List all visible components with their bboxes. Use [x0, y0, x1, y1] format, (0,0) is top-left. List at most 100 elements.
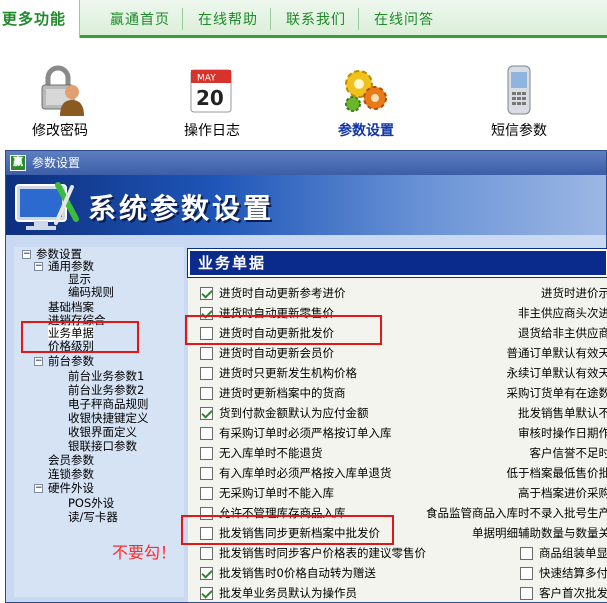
change-password-button[interactable]: 修改密码 — [5, 62, 115, 140]
tree-item[interactable]: 读/写卡器 — [68, 510, 118, 524]
top-nav: 更多功能 赢通首页 在线帮助 联系我们 在线问答 — [0, 0, 607, 38]
right-option-row[interactable]: 快速结算多付 — [520, 565, 607, 581]
right-option-label: 采购订货单有在途数 — [506, 386, 607, 400]
change-password-label: 修改密码 — [32, 123, 88, 139]
option-checkbox[interactable] — [200, 566, 213, 580]
tree-item[interactable]: 电子秤商品规则 — [68, 397, 149, 411]
highlight-box-option — [185, 315, 382, 345]
computer-tools-icon — [15, 182, 79, 230]
option-checkbox[interactable] — [520, 566, 533, 580]
option-row[interactable]: 有采购订单时必须严格按订单入库 — [200, 425, 392, 441]
option-label: 商品组装单显 — [539, 546, 607, 560]
option-label: 批发单业务员默认为操作员 — [219, 586, 357, 600]
tree-item[interactable]: 收银快捷键定义 — [68, 411, 149, 425]
app-icon: 赢 — [10, 155, 26, 171]
tree-item[interactable]: 硬件外设 — [48, 481, 94, 495]
tree-item[interactable]: 基础档案 — [48, 300, 94, 314]
option-label: 货到付款金额默认为应付金额 — [219, 406, 369, 420]
tree-item[interactable]: 显示 — [68, 272, 91, 286]
option-label: 快速结算多付 — [539, 566, 607, 580]
warning-annotation: 不要勾！ — [112, 543, 177, 562]
window-title: 参数设置 — [32, 156, 81, 170]
option-label: 进货时自动更新参考进价 — [219, 286, 346, 300]
nav-divider — [182, 8, 183, 30]
calendar-month: MAY — [197, 74, 216, 84]
right-option-label: 低于档案最低售价批 — [506, 466, 607, 480]
option-label: 进货时更新档案中的货商 — [219, 386, 346, 400]
option-label: 批发销售时0价格自动转为赠送 — [219, 566, 376, 580]
option-checkbox[interactable] — [200, 346, 213, 360]
option-label: 进货时只更新发生机构价格 — [219, 366, 357, 380]
right-option-row[interactable]: 商品组装单显 — [520, 545, 607, 561]
option-checkbox[interactable] — [200, 406, 213, 420]
right-option-row[interactable]: 客户首次批发 — [520, 585, 607, 601]
option-checkbox[interactable] — [200, 286, 213, 300]
option-row[interactable]: 批发销售时0价格自动转为赠送 — [200, 565, 376, 581]
tree-item[interactable]: 会员参数 — [48, 453, 94, 467]
operation-log-button[interactable]: MAY 20 操作日志 — [157, 62, 267, 140]
highlight-box-tree — [21, 321, 139, 353]
option-checkbox[interactable] — [200, 546, 213, 560]
tree-item[interactable]: 前台参数 — [48, 354, 94, 368]
tree-item[interactable]: 编码规则 — [68, 285, 114, 299]
gears-icon — [311, 62, 421, 116]
nav-help-link[interactable]: 在线帮助 — [198, 0, 258, 38]
option-row[interactable]: 进货时更新档案中的货商 — [200, 385, 346, 401]
option-row[interactable]: 进货时自动更新会员价 — [200, 345, 334, 361]
nav-home-link[interactable]: 赢通首页 — [110, 0, 170, 38]
right-option-label: 非主供应商头次进 — [518, 306, 607, 320]
option-label: 批发销售时同步客户价格表的建议零售价 — [219, 546, 426, 560]
screen: { "topnav": { "active": "更多功能", "items":… — [0, 0, 607, 603]
option-checkbox[interactable] — [200, 486, 213, 500]
option-row[interactable]: 无采购订单时不能入库 — [200, 485, 334, 501]
option-row[interactable]: 有入库单时必须严格按入库单退货 — [200, 465, 392, 481]
tree-item[interactable]: 前台业务参数1 — [68, 369, 144, 383]
option-row[interactable]: 无入库单时不能退货 — [200, 445, 323, 461]
nav-qa-link[interactable]: 在线问答 — [374, 0, 434, 38]
option-row[interactable]: 批发销售时同步客户价格表的建议零售价 — [200, 545, 426, 561]
option-checkbox[interactable] — [200, 586, 213, 600]
option-checkbox[interactable] — [200, 426, 213, 440]
option-checkbox[interactable] — [200, 386, 213, 400]
option-checkbox[interactable] — [200, 466, 213, 480]
sms-parameters-button[interactable]: 短信参数 — [464, 62, 574, 140]
option-label: 有入库单时必须严格按入库单退货 — [219, 466, 392, 480]
tree-item[interactable]: 银联接口参数 — [68, 439, 137, 453]
tree-expander-icon[interactable]: − — [34, 357, 43, 366]
window-titlebar: 赢 参数设置 — [6, 151, 606, 175]
tree-item[interactable]: 前台业务参数2 — [68, 383, 144, 397]
option-label: 客户首次批发 — [539, 586, 607, 600]
right-option-label: 进货时进价示 — [541, 286, 607, 300]
right-option-label: 高于档案进价采购 — [518, 486, 607, 500]
business-documents-panel: 业务单据 进货时自动更新参考进价 进货时自动更新零售价 进货时自动更新批发价 进货时自… — [187, 248, 607, 602]
right-option-label: 食品监管商品入库时不录入批号生产 — [426, 506, 607, 520]
calendar-day: 20 — [196, 86, 224, 110]
operation-log-label: 操作日志 — [184, 123, 240, 139]
nav-contact-link[interactable]: 联系我们 — [286, 0, 346, 38]
option-checkbox[interactable] — [200, 446, 213, 460]
option-row[interactable]: 进货时只更新发生机构价格 — [200, 365, 357, 381]
highlight-box-option — [181, 515, 394, 545]
nav-tab-more-functions[interactable]: 更多功能 — [0, 0, 80, 38]
sms-parameters-label: 短信参数 — [491, 123, 547, 139]
right-option-label: 批发销售单默认不 — [518, 406, 607, 420]
tree-item[interactable]: 连锁参数 — [48, 467, 94, 481]
banner-title: 系统参数设置 — [88, 192, 275, 225]
parameter-settings-button[interactable]: 参数设置 — [311, 62, 421, 140]
tree-expander-icon[interactable]: − — [34, 484, 43, 493]
option-row[interactable]: 货到付款金额默认为应付金额 — [200, 405, 369, 421]
tree-expander-icon[interactable]: − — [34, 262, 43, 271]
option-row[interactable]: 进货时自动更新参考进价 — [200, 285, 346, 301]
tree-item[interactable]: 收银界面定义 — [68, 425, 137, 439]
option-checkbox[interactable] — [520, 546, 533, 560]
option-label: 有采购订单时必须严格按订单入库 — [219, 426, 392, 440]
option-row[interactable]: 批发单业务员默认为操作员 — [200, 585, 357, 601]
tree-item[interactable]: 通用参数 — [48, 259, 94, 273]
tree-item[interactable]: POS外设 — [68, 496, 114, 510]
tree-expander-icon[interactable]: − — [22, 250, 31, 259]
right-option-label: 永续订单默认有效天 — [506, 366, 607, 380]
option-checkbox[interactable] — [520, 586, 533, 600]
panel-header: 业务单据 — [187, 248, 607, 278]
right-option-label: 客户信誉不足时 — [529, 446, 607, 460]
option-checkbox[interactable] — [200, 366, 213, 380]
